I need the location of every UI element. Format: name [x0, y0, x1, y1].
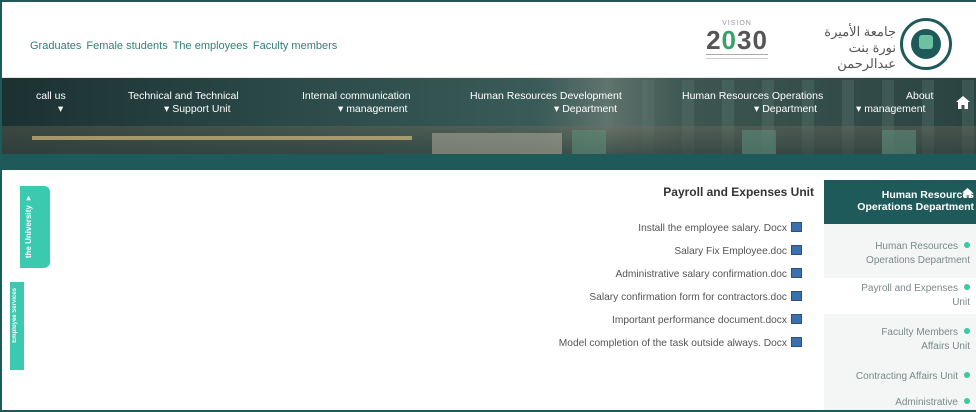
home-icon[interactable]	[962, 188, 973, 201]
page-title: Payroll and Expenses Unit	[663, 185, 814, 199]
document-link[interactable]: Salary Fix Employee.doc	[674, 245, 802, 257]
employee-services-side-tab[interactable]: Employee Services	[10, 282, 24, 370]
nav-item-hr-operations[interactable]: Human Resources Operations ▾ Department	[682, 90, 823, 116]
nav-item-call-us[interactable]: call us ▾	[36, 90, 66, 116]
university-side-tab[interactable]: the University ▾	[20, 186, 50, 268]
sidebar-item-administrative[interactable]: Administrative	[824, 396, 976, 410]
home-icon[interactable]	[956, 96, 970, 112]
sidebar-item-payroll-expenses[interactable]: Payroll and Expenses Unit	[824, 278, 976, 314]
bullet-icon	[964, 284, 970, 290]
sidebar-item-contracting-affairs[interactable]: Contracting Affairs Unit	[824, 370, 976, 384]
bullet-icon	[964, 398, 970, 404]
word-doc-icon	[791, 314, 802, 324]
main-navigation: call us ▾ Technical and Technical ▾ Supp…	[2, 78, 976, 170]
site-header: Graduates Female students The employees …	[2, 2, 976, 78]
nav-menu: call us ▾ Technical and Technical ▾ Supp…	[2, 78, 976, 126]
bullet-icon	[964, 242, 970, 248]
document-link[interactable]: Administrative salary confirmation.doc	[615, 268, 802, 280]
university-logo[interactable]	[900, 18, 952, 70]
department-sidebar: Human Resources Operations Department Hu…	[824, 180, 976, 410]
word-doc-icon	[791, 245, 802, 255]
link-graduates[interactable]: Graduates	[30, 40, 81, 52]
link-female-students[interactable]: Female students	[86, 40, 167, 52]
word-doc-icon	[791, 337, 802, 347]
vision-2030-logo[interactable]: VISION 2030	[698, 20, 776, 70]
word-doc-icon	[791, 291, 802, 301]
nav-item-hr-development[interactable]: Human Resources Development ▾ Department	[470, 90, 622, 116]
link-faculty-members[interactable]: Faculty members	[253, 40, 337, 52]
document-link[interactable]: Install the employee salary. Docx	[638, 222, 802, 234]
document-link[interactable]: Important performance document.docx	[612, 314, 802, 326]
nav-item-about[interactable]: About ▾ management	[856, 90, 933, 116]
word-doc-icon	[791, 268, 802, 278]
document-link[interactable]: Model completion of the task outside alw…	[559, 337, 802, 349]
document-link[interactable]: Salary confirmation form for contractors…	[589, 291, 802, 303]
word-doc-icon	[791, 222, 802, 232]
bullet-icon	[964, 328, 970, 334]
university-name[interactable]: جامعة الأميرة نورة بنت عبدالرحمن	[802, 24, 896, 72]
bullet-icon	[964, 372, 970, 378]
page-frame: Graduates Female students The employees …	[0, 0, 976, 412]
sidebar-item-hr-operations[interactable]: Human Resources Operations Department	[824, 240, 976, 268]
audience-links: Graduates Female students The employees …	[30, 40, 337, 52]
nav-item-technical-support[interactable]: Technical and Technical ▾ Support Unit	[128, 90, 239, 116]
sidebar-heading: Human Resources Operations Department	[824, 180, 976, 224]
nav-item-internal-communication[interactable]: Internal communication ▾ management	[302, 90, 411, 116]
link-employees[interactable]: The employees	[173, 40, 248, 52]
sidebar-item-faculty-affairs[interactable]: Faculty Members Affairs Unit	[824, 326, 976, 354]
